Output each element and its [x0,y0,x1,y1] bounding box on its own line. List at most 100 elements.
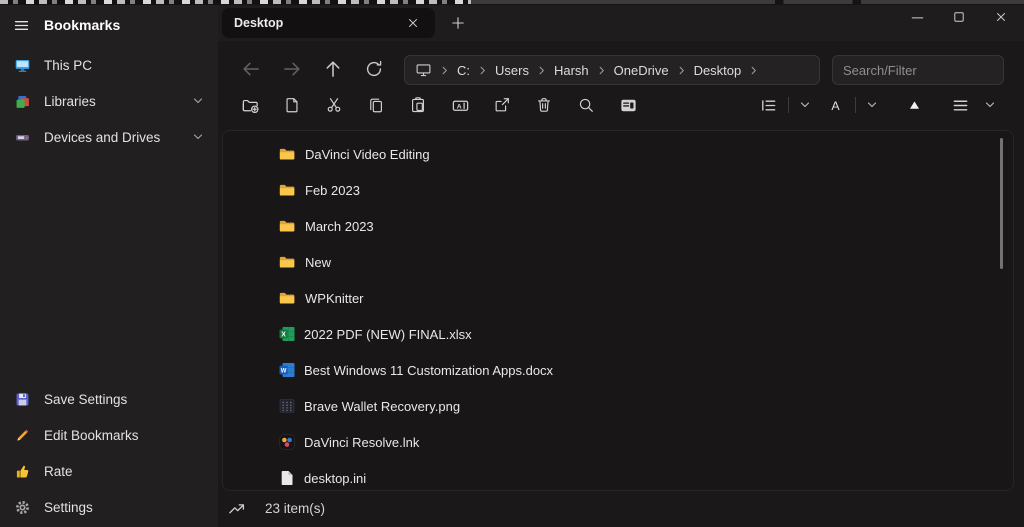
file-row[interactable]: March 2023 [223,208,1013,244]
artifact-dashes [0,0,471,4]
window-controls [902,5,1016,29]
back-icon [240,58,262,80]
layout-list-button[interactable] [754,91,782,119]
sidebar-item-this-pc[interactable]: This PC [0,47,218,83]
sidebar-header: Bookmarks [0,5,218,45]
sort-ascending-button[interactable] [900,91,928,119]
share-button[interactable] [488,91,516,119]
sidebar-item-save-settings[interactable]: Save Settings [0,381,218,417]
status-trend [228,501,247,516]
toolbar-divider [788,97,789,113]
file-row[interactable]: WBest Windows 11 Customization Apps.docx [223,352,1013,388]
delete-button[interactable] [530,91,558,119]
search-input[interactable] [832,55,1004,85]
pencil-icon [14,427,31,444]
sort-ascending-group [900,91,928,119]
file-name: WPKnitter [305,291,364,306]
sidebar-items: This PCLibraries Devices and Drives [0,47,218,155]
share-icon [493,96,511,114]
breadcrumb-item-desktop[interactable]: Desktop [694,63,742,78]
breadcrumb-item-users[interactable]: Users [495,63,529,78]
svg-text:W: W [281,368,287,374]
file-name: DaVinci Resolve.lnk [304,435,419,450]
file-row[interactable]: DaVinci Video Editing [223,136,1013,172]
sidebar-item-edit-bookmarks[interactable]: Edit Bookmarks [0,417,218,453]
folder-icon [279,255,296,269]
svg-text:A: A [831,98,840,112]
folder-icon [279,291,296,305]
file-icon [279,470,295,486]
chevron-down-icon [984,99,996,111]
copy-button[interactable] [362,91,390,119]
sidebar: Bookmarks This PCLibraries Devices and Dr… [0,5,218,527]
menu-lines-button[interactable] [946,91,974,119]
tab-desktop[interactable]: Desktop [222,8,435,38]
word-icon: W [279,362,295,378]
search-icon [577,96,595,114]
close-button[interactable] [986,5,1016,29]
layout-list-dropdown-button[interactable] [795,91,815,119]
details-pane-icon [619,96,638,115]
forward-button[interactable] [279,56,305,82]
file-row[interactable]: X2022 PDF (NEW) FINAL.xlsx [223,316,1013,352]
file-row[interactable]: WPKnitter [223,280,1013,316]
file-row[interactable]: New [223,244,1013,280]
file-name: Feb 2023 [305,183,360,198]
sidebar-item-label: Devices and Drives [44,130,160,145]
refresh-button[interactable] [361,56,387,82]
new-tab-button[interactable] [448,13,468,33]
drive-icon [14,129,31,146]
trend-arrow-icon [228,501,247,516]
breadcrumb-item-harsh[interactable]: Harsh [554,63,589,78]
gear-icon [14,499,31,516]
breadcrumb-item-c[interactable]: C: [457,63,470,78]
sort-letter-button[interactable]: A [821,91,849,119]
screen-edge-artifact [0,0,1024,5]
minimize-button[interactable] [902,5,932,29]
delete-icon [535,96,553,114]
chevron-right-icon [748,65,759,76]
tab-close-button[interactable] [403,13,423,33]
up-button[interactable] [320,56,346,82]
floppy-disk-icon [14,391,31,408]
toolbar-left: A [236,91,642,119]
chevron-down-icon [192,131,204,143]
main-area: Desktop C:UsersHarshOneDriveDesktop A A … [218,5,1024,527]
new-file-icon [283,96,301,114]
search-button[interactable] [572,91,600,119]
sidebar-item-label: Edit Bookmarks [44,428,139,443]
breadcrumb[interactable]: C: Users Harsh OneDrive Desktop [404,55,820,85]
file-row[interactable]: Feb 2023 [223,172,1013,208]
hamburger-menu-icon [13,17,30,34]
sidebar-item-settings[interactable]: Settings [0,489,218,525]
sidebar-item-libraries[interactable]: Libraries [0,83,218,119]
sidebar-item-devices-and-drives[interactable]: Devices and Drives [0,119,218,155]
scrollbar-thumb[interactable] [1000,138,1003,269]
chevron-down-icon [799,99,811,111]
layout-list-icon [759,96,778,115]
svg-text:X: X [281,332,286,339]
hamburger-menu-button[interactable] [13,17,30,34]
paste-button[interactable] [404,91,432,119]
chevron-right-icon [596,65,607,76]
menu-lines-dropdown-button[interactable] [980,91,1000,119]
new-file-button[interactable] [278,91,306,119]
davinci-resolve-icon [279,434,295,450]
file-row[interactable]: desktop.ini [223,460,1013,491]
file-row[interactable]: DaVinci Resolve.lnk [223,424,1013,460]
maximize-button[interactable] [944,5,974,29]
toolbar-divider [855,97,856,113]
file-list-panel: DaVinci Video Editing Feb 2023 March 2023N… [222,130,1014,491]
rename-button[interactable]: A [446,91,474,119]
file-row[interactable]: Brave Wallet Recovery.png [223,388,1013,424]
file-rows: DaVinci Video Editing Feb 2023 March 2023N… [223,131,1013,491]
details-pane-button[interactable] [614,91,642,119]
cut-button[interactable] [320,91,348,119]
new-folder-button[interactable] [236,91,264,119]
sidebar-item-rate[interactable]: Rate [0,453,218,489]
chevron-down-icon [192,95,204,107]
chevron-down-icon [866,99,878,111]
back-button[interactable] [238,56,264,82]
breadcrumb-item-onedrive[interactable]: OneDrive [614,63,669,78]
sort-letter-dropdown-button[interactable] [862,91,882,119]
